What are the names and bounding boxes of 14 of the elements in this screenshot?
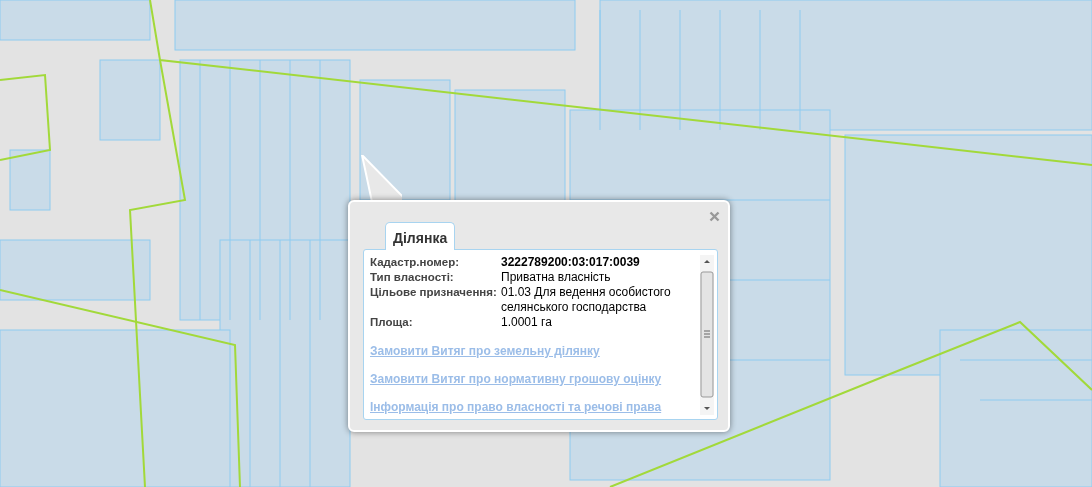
link[interactable]: Інформація про право власності та речові права xyxy=(370,400,662,415)
close-icon[interactable] xyxy=(709,211,720,222)
scrollbar[interactable] xyxy=(700,255,714,415)
field-label: Цільове призначення: xyxy=(370,285,498,300)
tab[interactable]: Ділянка xyxy=(385,222,456,250)
field-value: 3222789200:03:017:0039 xyxy=(501,255,640,270)
field-value: Приватна власність xyxy=(501,270,611,285)
field-label: Тип власності: xyxy=(370,270,455,285)
field-label: Кадастр.номер: xyxy=(370,255,461,270)
field-value: 01.03 Для ведення особистого селянського господарства xyxy=(501,285,672,315)
link[interactable]: Замовити Витяг про нормативну грошову оцінку xyxy=(370,372,662,387)
link[interactable]: Замовити Витяг про земельну ділянку xyxy=(370,344,600,359)
field-label: Площа: xyxy=(370,315,414,330)
field-value: 1.0001 га xyxy=(501,315,552,330)
